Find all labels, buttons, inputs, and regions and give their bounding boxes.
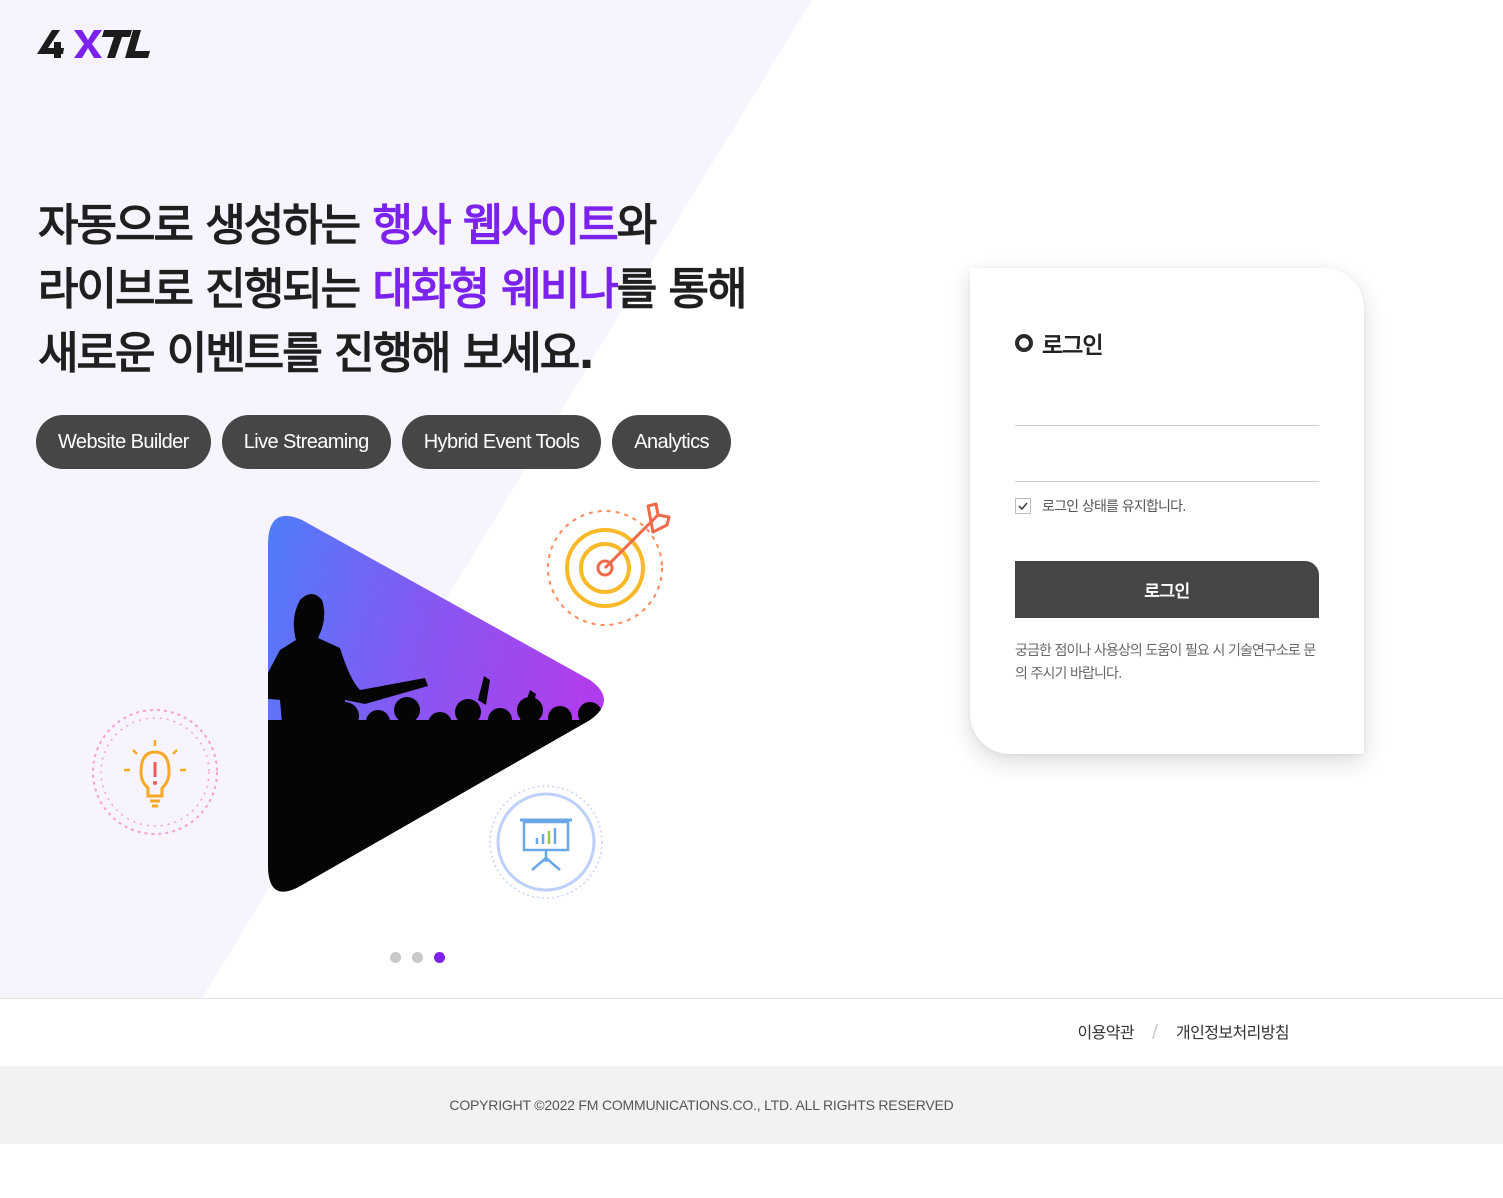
headline-line-1: 자동으로 생성하는 행사 웹사이트와	[38, 194, 838, 258]
headline-line-3: 새로운 이벤트를 진행해 보세요.	[38, 328, 595, 379]
slider-pagination	[390, 952, 445, 963]
remember-label: 로그인 상태를 유지합니다.	[1042, 499, 1187, 515]
footer-separator: /	[1151, 1020, 1159, 1042]
copyright-text: COPYRIGHT ©2022 FM COMMUNICATIONS.CO., L…	[449, 1097, 954, 1113]
headline-highlight: 행사 웹사이트	[372, 200, 618, 251]
slider-dot-1[interactable]	[390, 952, 401, 963]
password-input[interactable]	[1015, 448, 1319, 482]
tag-live-streaming[interactable]: Live Streaming	[221, 415, 391, 469]
lightbulb-icon	[92, 709, 218, 835]
remember-login[interactable]: 로그인 상태를 유지합니다.	[1015, 496, 1187, 516]
hero-headline: 자동으로 생성하는 행사 웹사이트와 라이브로 진행되는 대화형 웨비나를 통해…	[38, 194, 838, 386]
headline-line-2: 라이브로 진행되는 대화형 웨비나를 통해	[38, 258, 838, 322]
headline-highlight: 대화형 웨비나	[372, 264, 618, 315]
copyright-bar: COPYRIGHT ©2022 FM COMMUNICATIONS.CO., L…	[0, 1066, 1503, 1144]
presentation-chart-icon	[489, 785, 603, 899]
feature-tags: Website Builder Live Streaming Hybrid Ev…	[36, 415, 731, 469]
check-icon	[1018, 502, 1028, 511]
tag-website-builder[interactable]: Website Builder	[36, 415, 211, 469]
remember-checkbox[interactable]	[1015, 498, 1031, 514]
target-icon	[547, 502, 671, 626]
help-text: 궁금한 점이나 사용상의 도움이 필요 시 기술연구소로 문의 주시기 바랍니다…	[1015, 643, 1316, 682]
headline-text: 자동으로 생성하는	[38, 200, 373, 251]
hero-illustration	[92, 502, 671, 899]
tag-analytics[interactable]: Analytics	[612, 415, 731, 469]
tag-hybrid-event-tools[interactable]: Hybrid Event Tools	[401, 415, 602, 469]
slider-dot-2[interactable]	[412, 952, 423, 963]
circle-bullet-icon	[1015, 334, 1033, 352]
headline-text: 를 통해	[616, 264, 748, 315]
footer-links: 이용약관 / 개인정보처리방침	[0, 998, 1503, 1066]
slider-dot-3[interactable]	[434, 952, 445, 963]
login-title: 로그인	[1015, 326, 1103, 360]
terms-link[interactable]: 이용약관	[1077, 1019, 1134, 1043]
privacy-policy-link[interactable]: 개인정보처리방침	[1176, 1019, 1290, 1043]
user-id-input[interactable]	[1015, 392, 1319, 426]
login-title-text: 로그인	[1042, 333, 1103, 359]
headline-text: 와	[616, 200, 658, 251]
headline-text: 라이브로 진행되는	[38, 264, 373, 315]
brand-logo[interactable]	[36, 26, 152, 60]
login-button[interactable]: 로그인	[1015, 561, 1319, 618]
login-card: 로그인 로그인 상태를 유지합니다. 로그인 궁금한 점이나 사용상의 도움이 …	[970, 268, 1364, 754]
